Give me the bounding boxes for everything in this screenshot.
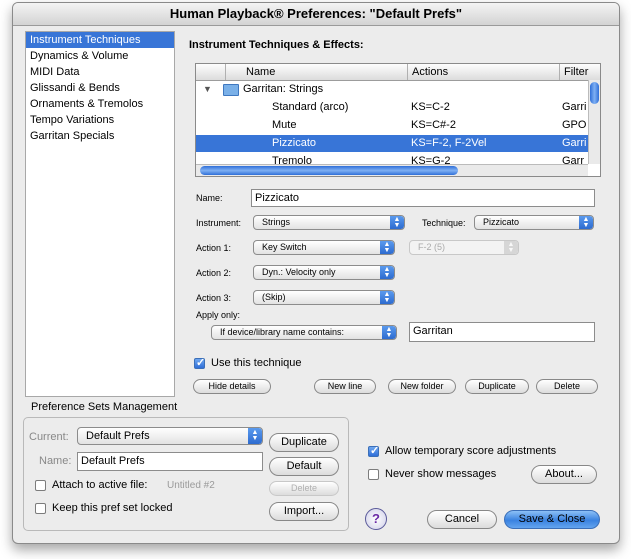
use-technique-label: Use this technique [211,357,302,369]
default-set-button[interactable]: Default [269,457,339,476]
table-row-selected[interactable]: Pizzicato KS=F-2, F-2Vel Garri [196,135,588,152]
group-name: Garritan: Strings [243,83,324,95]
category-sidebar: Instrument Techniques Dynamics & Volume … [25,31,175,397]
popup-arrows-icon: ▲ ▼ [380,241,394,254]
column-header-actions[interactable]: Actions [408,64,560,80]
current-set-popup[interactable]: Default Prefs ▲ ▼ [77,427,263,445]
table-header: Name Actions Filter [196,64,600,81]
action2-value: Dyn.: Velocity only [262,267,336,277]
action1-param-value: F-2 (5) [418,242,445,252]
sidebar-item-midi-data[interactable]: MIDI Data [26,64,174,80]
sidebar-item-dynamics-volume[interactable]: Dynamics & Volume [26,48,174,64]
sidebar-item-tempo-variations[interactable]: Tempo Variations [26,112,174,128]
sidebar-item-glissandi-bends[interactable]: Glissandi & Bends [26,80,174,96]
apply-text-field[interactable]: Garritan [409,322,595,342]
allow-temp-label: Allow temporary score adjustments [385,445,557,457]
row-name: Pizzicato [272,137,317,149]
table-vertical-scrollbar[interactable] [588,80,600,164]
sidebar-item-ornaments-tremolos[interactable]: Ornaments & Tremolos [26,96,174,112]
table-horizontal-scrollbar[interactable] [196,164,588,176]
row-filter: GPO [562,119,587,131]
row-filter: Garri [562,137,587,149]
row-actions: KS=C-2 [411,101,450,113]
popup-arrows-icon: ▲ ▼ [579,216,593,229]
pref-sets-title: Preference Sets Management [31,401,178,413]
sidebar-item-instrument-techniques[interactable]: Instrument Techniques [26,32,174,48]
delete-set-button[interactable]: Delete [269,481,339,496]
current-label: Current: [29,431,69,443]
techniques-table[interactable]: Name Actions Filter ▼ Garritan: Strings … [195,63,601,177]
table-group-row[interactable]: ▼ Garritan: Strings [196,81,588,98]
action2-popup[interactable]: Dyn.: Velocity only ▲ ▼ [253,265,395,280]
action3-popup[interactable]: (Skip) ▲ ▼ [253,290,395,305]
name-label: Name: [196,193,223,203]
import-button[interactable]: Import... [269,502,339,521]
technique-name-field[interactable]: Pizzicato [251,189,595,207]
row-actions: KS=C#-2 [411,119,456,131]
popup-arrows-icon: ▲ ▼ [248,428,262,444]
technique-label: Technique: [422,218,466,228]
action1-popup[interactable]: Key Switch ▲ ▼ [253,240,395,255]
row-actions: KS=F-2, F-2Vel [411,137,487,149]
about-button[interactable]: About... [531,465,597,484]
never-show-checkbox[interactable] [368,469,379,480]
apply-condition-popup[interactable]: If device/library name contains: ▲ ▼ [211,325,397,340]
delete-technique-button[interactable]: Delete [536,379,598,394]
technique-value: Pizzicato [483,217,520,227]
action3-value: (Skip) [262,292,286,302]
header-spacer [196,64,226,80]
table-row[interactable]: Mute KS=C#-2 GPO [196,117,588,134]
action2-label: Action 2: [196,268,232,278]
attach-file-name: Untitled #2 [167,480,215,491]
sidebar-item-garritan-specials[interactable]: Garritan Specials [26,128,174,144]
folder-icon [223,84,239,96]
attach-label: Attach to active file: [52,479,148,491]
action3-label: Action 3: [196,293,232,303]
popup-arrows-icon: ▲ ▼ [380,266,394,279]
new-folder-button[interactable]: New folder [388,379,456,394]
new-line-button[interactable]: New line [314,379,376,394]
window-title: Human Playback® Preferences: "Default Pr… [13,3,619,26]
popup-arrows-icon: ▲ ▼ [382,326,396,339]
technique-popup[interactable]: Pizzicato ▲ ▼ [474,215,594,230]
apply-only-label: Apply only: [196,310,241,320]
use-technique-checkbox[interactable] [194,356,205,369]
action1-param-popup[interactable]: F-2 (5) ▲ ▼ [409,240,519,255]
lock-label: Keep this pref set locked [52,502,173,514]
apply-condition-value: If device/library name contains: [220,327,345,337]
vertical-scroll-thumb[interactable] [590,82,599,104]
popup-arrows-icon: ▲ ▼ [504,241,518,254]
horizontal-scroll-thumb[interactable] [200,166,458,175]
current-set-value: Default Prefs [86,430,150,442]
column-header-name[interactable]: Name [226,64,408,80]
action1-value: Key Switch [262,242,307,252]
cancel-button[interactable]: Cancel [427,510,497,529]
never-show-label: Never show messages [385,468,497,480]
action1-label: Action 1: [196,243,232,253]
disclosure-triangle-icon[interactable]: ▼ [203,81,212,98]
allow-temp-checkbox[interactable] [368,444,379,457]
column-header-filter[interactable]: Filter [560,64,600,80]
set-name-label: Name: [39,455,72,467]
set-name-field[interactable]: Default Prefs [77,452,263,471]
row-name: Mute [272,119,297,131]
instrument-value: Strings [262,217,291,227]
instrument-popup[interactable]: Strings ▲ ▼ [253,215,405,230]
popup-arrows-icon: ▲ ▼ [380,291,394,304]
attach-checkbox[interactable] [35,480,46,491]
help-icon[interactable]: ? [365,508,387,530]
popup-arrows-icon: ▲ ▼ [390,216,404,229]
lock-checkbox[interactable] [35,503,46,514]
duplicate-technique-button[interactable]: Duplicate [465,379,529,394]
row-filter: Garri [562,101,587,113]
hide-details-button[interactable]: Hide details [193,379,271,394]
row-name: Standard (arco) [272,101,349,113]
preferences-window: Human Playback® Preferences: "Default Pr… [12,2,620,544]
instrument-label: Instrument: [196,218,242,228]
duplicate-set-button[interactable]: Duplicate [269,433,339,452]
save-close-button[interactable]: Save & Close [504,510,600,529]
section-title: Instrument Techniques & Effects: [189,39,364,51]
table-row[interactable]: Standard (arco) KS=C-2 Garri [196,99,588,116]
